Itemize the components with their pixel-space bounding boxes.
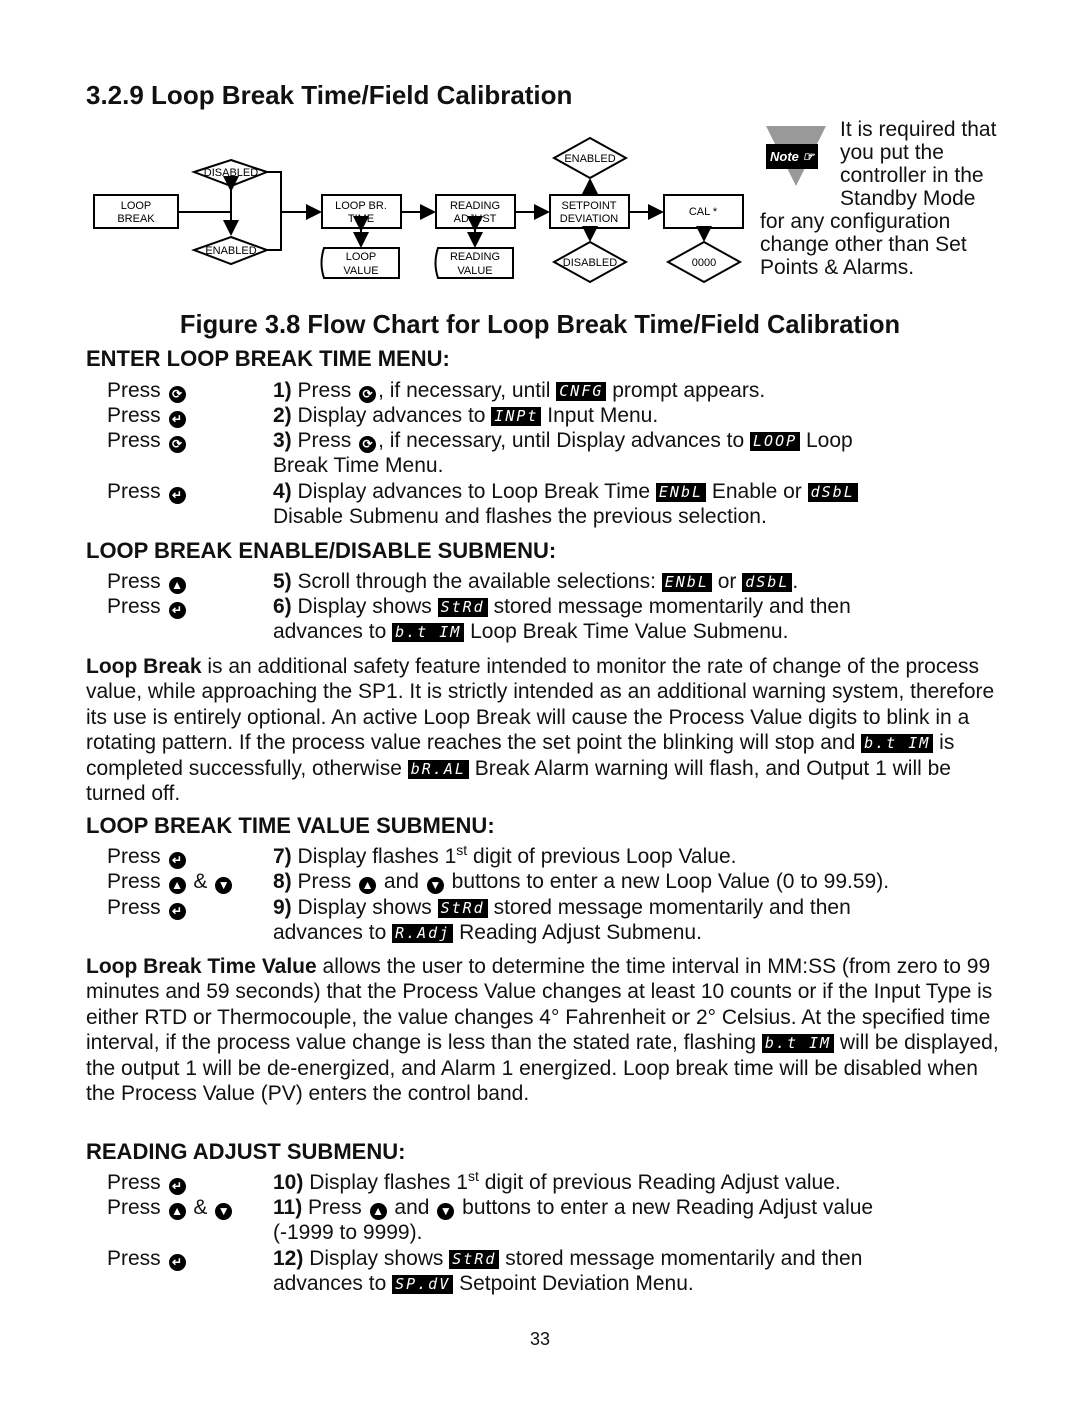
reading-value-line2: VALUE (457, 265, 492, 277)
note-box: Note ☞ It is required that you put the c… (760, 118, 1000, 279)
heading-reading-adjust: READING ADJUST SUBMENU: (86, 1139, 406, 1164)
loop-br-time-line1: LOOP BR. (335, 200, 387, 212)
section-title: 3.2.9 Loop Break Time/Field Calibration (86, 80, 573, 110)
lcd-bral: bR.AL (407, 759, 469, 779)
setpoint-line2: DEVIATION (560, 213, 619, 225)
enter-button-icon: ↵ (168, 487, 186, 504)
lcd-btim: b.t IM (861, 734, 934, 754)
enter-button-icon: ↵ (168, 1254, 186, 1271)
time-value-paragraph: Loop Break Time Value allows the user to… (86, 955, 999, 1106)
enabled-label: ENABLED (205, 245, 256, 257)
lcd-dsbl: dSbL (742, 573, 793, 592)
note-tag: Note ☞ (766, 144, 819, 169)
note-icon: Note ☞ (760, 122, 830, 192)
up-button-icon: ▲ (168, 1203, 186, 1220)
up-button-icon: ▲ (359, 877, 377, 894)
setpoint-line1: SETPOINT (561, 200, 616, 212)
reading-value-line1: READING (450, 251, 500, 263)
cal-value-label: 0000 (692, 257, 716, 269)
heading-enter-menu: ENTER LOOP BREAK TIME MENU: (86, 346, 450, 371)
advance-button-icon: ⟳ (359, 436, 377, 453)
figure-caption: Figure 3.8 Flow Chart for Loop Break Tim… (179, 309, 901, 339)
lcd-inpt: INPt (491, 407, 542, 426)
up-button-icon: ▲ (369, 1203, 387, 1220)
down-button-icon: ▼ (215, 877, 233, 894)
lcd-enbl: ENbL (661, 573, 712, 592)
reading-adjust-line1: READING (450, 200, 500, 212)
sp-enabled-label: ENABLED (564, 153, 615, 165)
loop-br-time-line2: TIME (348, 213, 374, 225)
loop-value-line2: VALUE (343, 265, 378, 277)
enter-button-icon: ↵ (168, 1178, 186, 1195)
lcd-btim: b.t IM (761, 1034, 835, 1054)
down-button-icon: ▼ (215, 1203, 233, 1220)
enter-button-icon: ↵ (168, 903, 186, 920)
advance-button-icon: ⟳ (168, 386, 186, 403)
cal-label: CAL * (689, 206, 718, 218)
lcd-cnfg: CNFG (556, 382, 607, 401)
lcd-strd: StRd (437, 598, 488, 617)
lcd-strd: StRd (449, 1250, 500, 1269)
loop-break-line2: BREAK (117, 213, 155, 225)
lcd-radj: R.Adj (392, 924, 454, 943)
advance-button-icon: ⟳ (168, 436, 186, 453)
disabled-label: DISABLED (204, 167, 258, 179)
enter-button-icon: ↵ (168, 602, 186, 619)
lcd-spdv: SP.dV (392, 1275, 454, 1294)
reading-adjust-line2: ADJUST (454, 213, 497, 225)
enter-button-icon: ↵ (168, 411, 186, 428)
loop-break-paragraph: Loop Break is an additional safety featu… (86, 655, 995, 806)
loop-break-line1: LOOP (121, 200, 152, 212)
up-button-icon: ▲ (168, 577, 186, 594)
page-number: 33 (529, 1329, 551, 1349)
lcd-strd: StRd (437, 899, 488, 918)
down-button-icon: ▼ (437, 1203, 455, 1220)
advance-button-icon: ⟳ (359, 386, 377, 403)
lcd-dsbl: dSbL (807, 483, 858, 502)
heading-enable-disable: LOOP BREAK ENABLE/DISABLE SUBMENU: (86, 538, 557, 563)
lcd-enbl: ENbL (655, 483, 707, 502)
flowchart: LOOP BREAK DISABLED ENABLED LOOP BR. TIM… (93, 136, 744, 284)
lcd-btim: b.t IM (392, 623, 465, 642)
heading-time-value: LOOP BREAK TIME VALUE SUBMENU: (86, 813, 495, 838)
loop-value-line1: LOOP (346, 251, 377, 263)
enter-button-icon: ↵ (168, 852, 186, 869)
up-button-icon: ▲ (168, 877, 186, 894)
sp-disabled-label: DISABLED (563, 257, 617, 269)
down-button-icon: ▼ (426, 877, 444, 894)
lcd-loop: LOOP (750, 432, 801, 451)
